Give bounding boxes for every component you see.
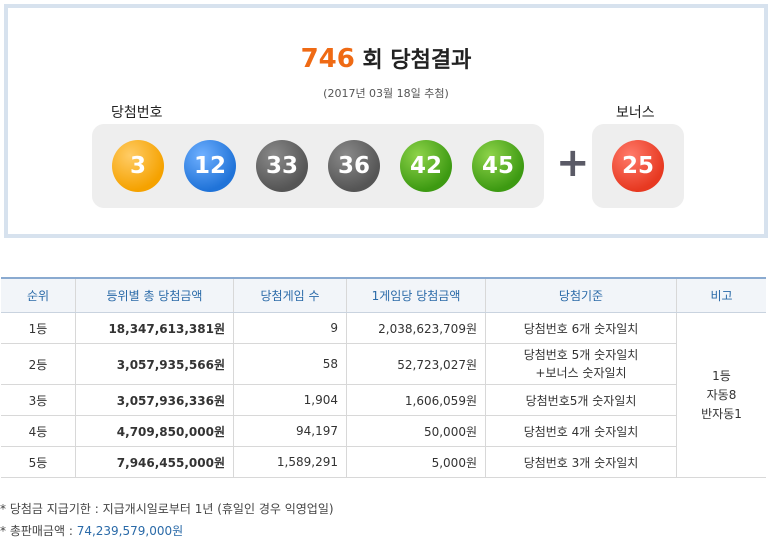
per-game-cell: 2,038,623,709원	[346, 312, 486, 344]
number-ball: 12	[184, 140, 236, 192]
remark-line: 반자동1	[701, 406, 742, 421]
bonus-label: 보너스	[616, 105, 655, 121]
draw-result-panel: 746 회 당첨결과 (2017년 03월 18일 추첨) 당첨번호 보너스 3…	[4, 4, 768, 238]
per-game-cell: 5,000원	[346, 446, 486, 478]
criteria-cell: 당첨번호 5개 숫자일치 +보너스 숫자일치	[485, 343, 677, 385]
rank-cell: 2등	[1, 343, 76, 385]
rank-cell: 1등	[1, 312, 76, 344]
col-games: 당첨게임 수	[233, 277, 347, 313]
winning-numbers-label: 당첨번호	[111, 105, 163, 121]
draw-title: 746 회 당첨결과	[8, 42, 764, 74]
col-per-game: 1게임당 당첨금액	[346, 277, 486, 313]
bonus-number-box: 25	[592, 124, 684, 208]
col-remark: 비고	[676, 277, 766, 313]
table-row: 1등 18,347,613,381원 9 2,038,623,709원 당첨번호…	[1, 312, 766, 478]
winning-numbers-box: 3 12 33 36 42 45	[92, 124, 544, 208]
table-row: 4등 4,709,850,000원 94,197 50,000원 당첨번호 4개…	[1, 415, 766, 447]
col-total: 등위별 총 당첨금액	[75, 277, 234, 313]
col-rank: 순위	[1, 277, 76, 313]
total-cell: 3,057,936,336원	[75, 384, 234, 416]
rank-cell: 3등	[1, 384, 76, 416]
games-cell: 1,904	[233, 384, 347, 416]
total-cell: 7,946,455,000원	[75, 446, 234, 478]
remark-line: 자동8	[706, 387, 737, 402]
remark-line: 1등	[712, 368, 731, 383]
per-game-cell: 50,000원	[346, 415, 486, 447]
table-row: 3등 3,057,936,336원 1,904 1,606,059원 당첨번호5…	[1, 384, 766, 416]
criteria-cell: 당첨번호 4개 숫자일치	[485, 415, 677, 447]
games-cell: 58	[233, 343, 347, 385]
number-ball: 45	[472, 140, 524, 192]
criteria-line: 당첨번호 5개 숫자일치	[523, 348, 639, 362]
total-cell: 18,347,613,381원	[75, 312, 234, 344]
total-sales-value: 74,239,579,000원	[76, 524, 184, 538]
games-cell: 1,589,291	[233, 446, 347, 478]
number-ball: 33	[256, 140, 308, 192]
games-cell: 94,197	[233, 415, 347, 447]
prize-table: 순위 등위별 총 당첨금액 당첨게임 수 1게임당 당첨금액 당첨기준 비고 1…	[1, 277, 766, 478]
draw-date: (2017년 03월 18일 추첨)	[323, 87, 449, 100]
number-ball: 42	[400, 140, 452, 192]
bonus-ball: 25	[612, 140, 664, 192]
total-sales-note: * 총판매금액 : 74,239,579,000원	[0, 522, 183, 539]
number-ball: 3	[112, 140, 164, 192]
table-row: 5등 7,946,455,000원 1,589,291 5,000원 당첨번호 …	[1, 446, 766, 478]
rank-cell: 5등	[1, 446, 76, 478]
plus-icon: +	[556, 140, 590, 186]
rank-cell: 4등	[1, 415, 76, 447]
number-ball: 36	[328, 140, 380, 192]
games-cell: 9	[233, 312, 347, 344]
table-row: 2등 3,057,935,566원 58 52,723,027원 당첨번호 5개…	[1, 343, 766, 385]
total-sales-label: * 총판매금액 :	[0, 524, 77, 538]
criteria-cell: 당첨번호5개 숫자일치	[485, 384, 677, 416]
col-criteria: 당첨기준	[485, 277, 677, 313]
per-game-cell: 1,606,059원	[346, 384, 486, 416]
criteria-cell: 당첨번호 3개 숫자일치	[485, 446, 677, 478]
table-header-row: 순위 등위별 총 당첨금액 당첨게임 수 1게임당 당첨금액 당첨기준 비고	[1, 277, 766, 313]
criteria-line: +보너스 숫자일치	[535, 366, 627, 380]
per-game-cell: 52,723,027원	[346, 343, 486, 385]
total-cell: 4,709,850,000원	[75, 415, 234, 447]
draw-round: 746	[300, 44, 355, 74]
total-cell: 3,057,935,566원	[75, 343, 234, 385]
criteria-cell: 당첨번호 6개 숫자일치	[485, 312, 677, 344]
remark-cell: 1등 자동8 반자동1	[676, 312, 766, 478]
draw-title-suffix: 회 당첨결과	[354, 48, 472, 73]
payment-deadline-note: * 당첨금 지급기한 : 지급개시일로부터 1년 (휴일인 경우 익영업일)	[0, 502, 334, 516]
